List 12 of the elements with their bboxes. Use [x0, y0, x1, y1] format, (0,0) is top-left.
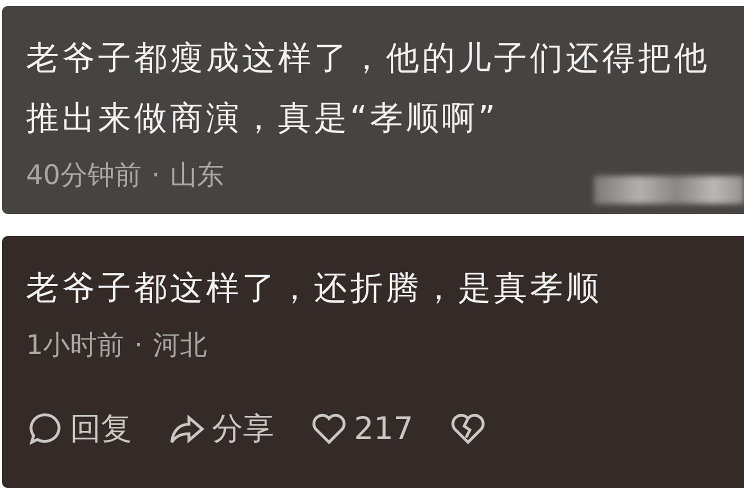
- comment-time: 1小时前: [26, 329, 124, 363]
- separator-dot: ·: [151, 159, 160, 193]
- comment-location: 山东: [170, 159, 224, 193]
- comment-text: 老爷子都这样了，还折腾，是真孝顺: [26, 267, 603, 309]
- comment-time: 40分钟前: [26, 159, 142, 193]
- comment-text: 老爷子都瘦成这样了，他的儿子们还得把他: [26, 37, 711, 79]
- comment-text: 推出来做商演，真是“孝顺啊”: [26, 97, 500, 139]
- separator-dot: ·: [134, 329, 143, 363]
- comment-location: 河北: [152, 329, 207, 363]
- reply-label[interactable]: 回复: [70, 408, 132, 450]
- like-count[interactable]: 217: [354, 411, 414, 447]
- share-label[interactable]: 分享: [212, 408, 274, 450]
